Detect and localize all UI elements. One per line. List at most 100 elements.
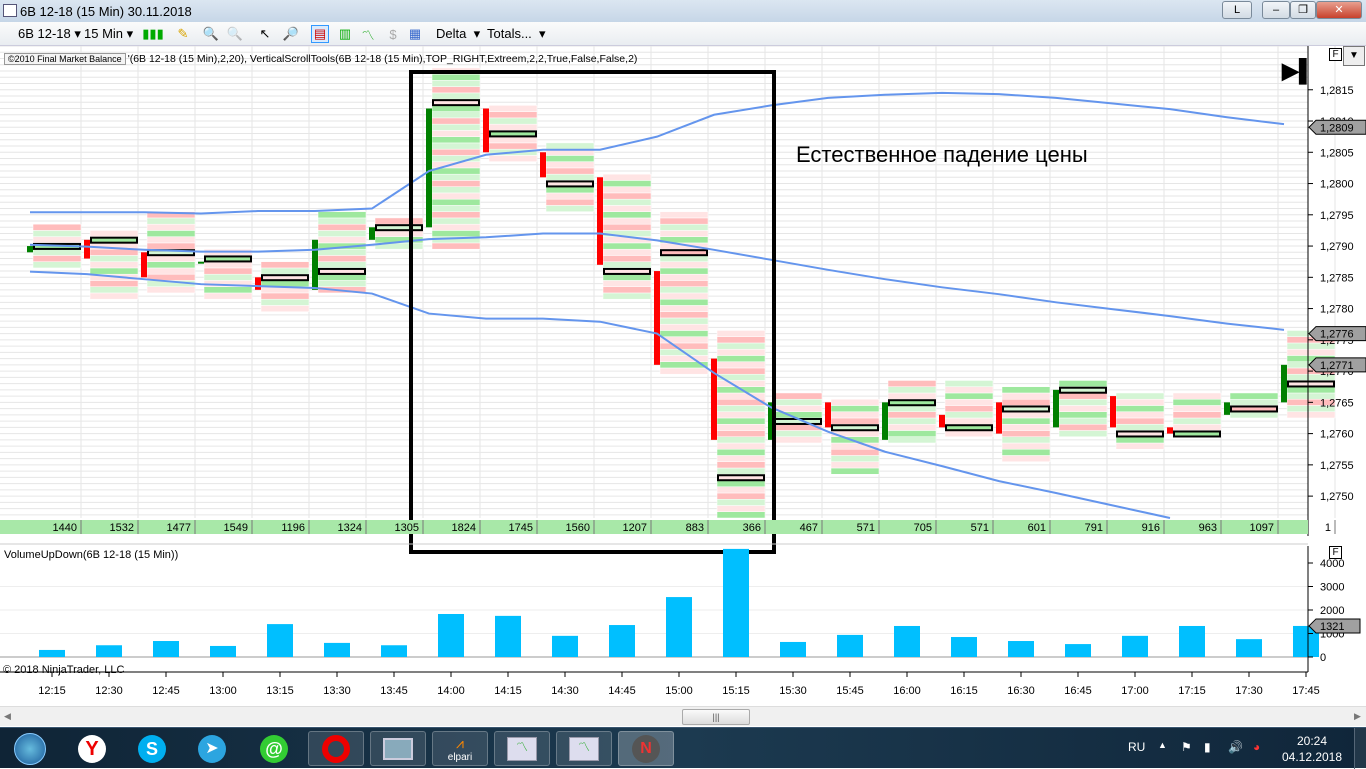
candle-body (369, 227, 375, 240)
show-desktop-button[interactable] (1354, 728, 1366, 769)
horizontal-scrollbar[interactable]: ◀ ||| ▶ (0, 706, 1366, 726)
taskbar-ninjatrader[interactable]: N (618, 731, 674, 766)
pencil-icon[interactable]: ✎ (174, 25, 192, 43)
footprint-cell (944, 430, 994, 437)
taskbar-yandex[interactable]: Y (64, 731, 120, 766)
footprint-cell (203, 286, 253, 294)
volume-panel-f-button[interactable]: F (1329, 546, 1342, 559)
computer-icon (383, 737, 413, 760)
tray-expand-icon[interactable]: ▲ (1158, 740, 1167, 750)
footprint-cell (830, 417, 880, 425)
totals-value: 916 (1142, 522, 1160, 534)
language-indicator[interactable]: RU (1128, 740, 1145, 754)
volume-bar (1065, 644, 1091, 657)
footprint-cell (1058, 405, 1108, 412)
time-tick-label: 12:45 (152, 685, 180, 697)
footprint-cell (1001, 423, 1051, 431)
footprint-cell (602, 198, 652, 206)
totals-value: 705 (914, 522, 932, 534)
volume-bar (1008, 641, 1034, 657)
taskbar-computer[interactable] (370, 731, 426, 766)
taskbar-chart-app-1[interactable]: 〽 (494, 731, 550, 766)
taskbar-chart-app-2[interactable]: 〽 (556, 731, 612, 766)
footprint-cell (431, 142, 481, 150)
start-button[interactable] (2, 731, 58, 766)
price-tick-label: 1,2785 (1320, 272, 1354, 284)
footprint-cell (659, 286, 709, 294)
footprint-bar (939, 380, 994, 437)
power-icon[interactable]: ▮ (1204, 740, 1211, 754)
footprint-cell (545, 167, 595, 175)
footprint-cell (1172, 423, 1222, 431)
network-warning-icon[interactable]: ◕ (1253, 740, 1260, 754)
footprint-bar (882, 380, 937, 444)
panel-f-button[interactable]: F (1329, 48, 1342, 61)
footprint-cell (602, 292, 652, 300)
footprint-cell (146, 217, 196, 225)
indicator-icon[interactable]: 〽 (359, 25, 377, 43)
dropdown-arrow-button[interactable]: ▼ (1343, 46, 1365, 66)
footprint-icon[interactable]: ▤ (311, 25, 329, 43)
footprint-cell (317, 255, 367, 262)
footprint-cell (488, 142, 538, 150)
taskbar-elpari[interactable]: ⩘ elpari (432, 731, 488, 766)
time-tick-label: 16:00 (893, 685, 921, 697)
footprint-cell (1058, 392, 1108, 400)
footprint-cell (545, 142, 595, 150)
chart-area[interactable]: 1,28151,28101,28051,28001,27951,27901,27… (0, 45, 1366, 706)
footprint-cell (887, 405, 937, 412)
footprint-cell (1229, 398, 1279, 406)
footprint-cell (716, 461, 766, 469)
footprint-cell (488, 111, 538, 119)
properties-icon[interactable]: ▦ (406, 25, 424, 43)
scroll-right-icon[interactable]: ▶ (1354, 711, 1361, 722)
price-tick-label: 1,2760 (1320, 429, 1354, 441)
totals-dropdown[interactable]: Totals... ▾ (487, 25, 546, 43)
footprint-cell (1115, 417, 1165, 425)
footprint-cell (1001, 417, 1051, 425)
candle-body (141, 252, 147, 278)
taskbar-telegram[interactable]: ➤ (184, 731, 240, 766)
footprint-bar (1167, 392, 1222, 438)
interval-dropdown[interactable]: 15 Min ▾ (84, 25, 133, 43)
volume-icon[interactable]: 🔊 (1228, 740, 1243, 754)
delta-dropdown[interactable]: Delta ▾ (436, 25, 480, 43)
scroll-left-icon[interactable]: ◀ (4, 711, 11, 722)
close-button[interactable]: ✕ (1316, 1, 1362, 19)
volume-bar (1122, 635, 1148, 657)
pointer-icon[interactable]: ↖ (256, 25, 274, 43)
taskbar-opera[interactable] (308, 731, 364, 766)
footprint-cell (431, 186, 481, 194)
chart-svg[interactable]: 1,28151,28101,28051,28001,27951,27901,27… (0, 45, 1366, 706)
scroll-thumb[interactable]: ||| (682, 709, 750, 725)
totals-value: 571 (971, 522, 989, 534)
flag-icon[interactable]: ⚑ (1181, 740, 1192, 754)
taskbar-mail[interactable]: @ (246, 731, 302, 766)
scroll-to-end-icon[interactable]: ▶▌ (1282, 58, 1315, 84)
footprint-cell (944, 405, 994, 412)
footprint-cell (659, 267, 709, 275)
search-icon[interactable]: 🔎 (282, 25, 300, 43)
l-button[interactable]: L (1222, 1, 1252, 19)
restore-button[interactable]: ❐ (1290, 1, 1316, 19)
zoom-out-icon[interactable]: 🔍 (226, 25, 244, 43)
minimize-button[interactable]: ‒ (1262, 1, 1290, 19)
footprint-cell (716, 430, 766, 437)
delta-label: Delta (436, 26, 467, 41)
zoom-in-icon[interactable]: 🔍 (202, 25, 220, 43)
footprint-cell (602, 286, 652, 294)
app-icon (3, 4, 17, 17)
volume-bar (267, 624, 293, 657)
candle-body (84, 239, 90, 259)
bars-icon[interactable]: ▥ (336, 25, 354, 43)
footprint-cell (830, 411, 880, 419)
price-marker-label: 1,2809 (1320, 122, 1354, 134)
instrument-dropdown[interactable]: 6B 12-18 ▾ (18, 25, 81, 43)
candlestick-style-icon[interactable]: ▮▮▮ (142, 25, 163, 43)
chart-window-icon: 〽 (507, 736, 537, 761)
dollar-icon[interactable]: $ (384, 25, 402, 43)
time-tick-label: 17:30 (1235, 685, 1263, 697)
clock[interactable]: 20:24 04.12.2018 (1280, 733, 1344, 765)
price-marker-label: 1,2776 (1320, 329, 1354, 341)
taskbar-skype[interactable]: S (124, 731, 180, 766)
